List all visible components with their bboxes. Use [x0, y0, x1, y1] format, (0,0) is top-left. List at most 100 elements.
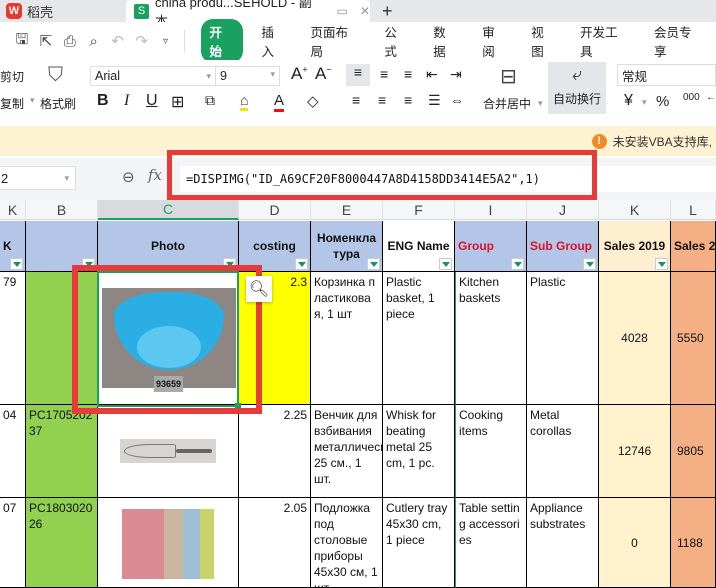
format-painter-icon[interactable]: ⛉ — [48, 64, 63, 87]
tab-daoke[interactable]: W 稻壳 — [0, 0, 120, 22]
cell-eng-name[interactable]: Whisk for beating metal 25 cm, 1 pc. — [383, 405, 455, 498]
cell-photo[interactable] — [98, 498, 239, 588]
name-box[interactable]: 2 ▾ — [0, 166, 76, 190]
header-cell-eng-name[interactable]: ENG Name — [383, 221, 455, 272]
cell-sales-2020[interactable]: 5550 — [671, 272, 716, 405]
thousands-separator-icon[interactable]: 000 — [683, 92, 700, 103]
header-cell-group[interactable]: Group — [455, 221, 527, 272]
filter-icon[interactable] — [655, 258, 668, 270]
copy-button[interactable]: 复制 — [0, 95, 24, 112]
cell-eng-name[interactable]: Cutlery tray 45x30 cm, 1 piece — [383, 498, 455, 588]
zoom-icon[interactable]: ⊖ — [122, 168, 135, 186]
italic-icon[interactable]: I — [124, 92, 129, 110]
more-icon[interactable]: ▿ — [154, 36, 178, 47]
align-middle-icon[interactable]: ≡ — [380, 66, 388, 82]
cell-sub-group[interactable]: Metal corollas — [527, 405, 599, 498]
menu-insert[interactable]: 插入 — [249, 22, 298, 60]
align-bottom-icon[interactable]: ≡ — [404, 66, 412, 82]
menu-developer[interactable]: 开发工具 — [568, 22, 642, 60]
cell-costing[interactable]: 2.25 — [239, 405, 311, 498]
align-right-icon[interactable]: ≡ — [404, 92, 412, 108]
bold-icon[interactable]: B — [97, 92, 109, 110]
cell-group[interactable]: Kitchen baskets — [455, 272, 527, 405]
filter-icon[interactable] — [10, 258, 23, 270]
column-header-a[interactable]: K — [0, 200, 26, 220]
cell-sales-2019[interactable]: 4028 — [599, 272, 671, 405]
filter-icon[interactable] — [511, 258, 524, 270]
column-header-b[interactable]: B — [26, 200, 98, 220]
distribute-icon[interactable]: ⇔ — [450, 92, 464, 108]
filter-icon[interactable] — [295, 258, 308, 270]
underline-icon[interactable]: U — [146, 92, 158, 110]
menu-home[interactable]: 开始 — [200, 19, 244, 63]
decrease-indent-icon[interactable]: ⇤ — [426, 66, 438, 83]
tab-document[interactable]: S china produ...SEHOLD - 副本 ▭ ✕ — [126, 0, 370, 29]
align-top-icon[interactable]: ≡ — [346, 64, 370, 86]
save-icon[interactable]: 🖫 — [10, 29, 34, 54]
print-icon[interactable]: ⎙ — [58, 33, 82, 50]
cell-a[interactable]: 07 — [0, 498, 26, 588]
header-cell-sales-2019[interactable]: Sales 2019 — [599, 221, 671, 272]
redo-icon[interactable]: ↷ — [130, 32, 154, 50]
cell-sales-2019[interactable]: 12746 — [599, 405, 671, 498]
preview-icon[interactable]: ⌕ — [82, 33, 106, 50]
menu-page-layout[interactable]: 页面布局 — [298, 22, 372, 60]
cell-b[interactable]: PC180302026 — [26, 498, 98, 588]
cell-sub-group[interactable]: Plastic — [527, 272, 599, 405]
cell-a[interactable]: 79 — [0, 272, 26, 405]
menu-formulas[interactable]: 公式 — [372, 22, 421, 60]
menu-review[interactable]: 审阅 — [470, 22, 519, 60]
cell-sales-2020[interactable]: 9805 — [671, 405, 716, 498]
filter-icon[interactable] — [583, 258, 596, 270]
pin-window-icon[interactable]: ▭ — [337, 4, 348, 18]
cell-nomenclature[interactable]: Корзинка пластиковая, 1 шт — [311, 272, 383, 405]
borders-icon[interactable]: ⊞ — [171, 92, 184, 112]
decrease-font-icon[interactable]: A− — [315, 64, 332, 84]
percent-icon[interactable]: % — [656, 93, 669, 110]
export-icon[interactable]: ⇱ — [34, 32, 58, 50]
cell-group[interactable]: Table setting accessories — [455, 498, 527, 588]
increase-font-icon[interactable]: A+ — [291, 64, 308, 84]
header-cell-sub-group[interactable]: Sub Group — [527, 221, 599, 272]
header-cell-nomenclature[interactable]: Номенклатура — [311, 221, 383, 272]
cell-sales-2019[interactable]: 0 — [599, 498, 671, 588]
font-name-select[interactable]: Arial ▾ — [91, 67, 216, 85]
cell-costing[interactable]: 2.05 — [239, 498, 311, 588]
cell-sub-group[interactable]: Appliance substrates — [527, 498, 599, 588]
cell-group[interactable]: Cooking items — [455, 405, 527, 498]
column-header-f[interactable]: F — [383, 200, 455, 220]
header-cell-sales-2020[interactable]: Sales 2 — [671, 221, 716, 272]
font-color-icon[interactable]: A — [274, 92, 285, 112]
new-tab-button[interactable]: + — [382, 0, 393, 22]
column-header-k[interactable]: K — [599, 200, 671, 220]
chevron-down-icon[interactable]: ▾ — [538, 98, 543, 109]
merge-center-button[interactable]: 合并居中 — [483, 95, 531, 112]
column-header-j[interactable]: J — [527, 200, 599, 220]
cell-nomenclature[interactable]: Венчик для взбивания металлический 25 см… — [311, 405, 383, 498]
column-header-e[interactable]: E — [311, 200, 383, 220]
increase-indent-icon[interactable]: ⇥ — [450, 66, 462, 83]
align-center-icon[interactable]: ≡ — [378, 92, 386, 108]
image-zoom-icon[interactable]: 🔍︎ — [246, 276, 272, 302]
cell-a[interactable]: 04 — [0, 405, 26, 498]
filter-icon[interactable] — [367, 258, 380, 270]
copy-dropdown-icon[interactable]: ▾ — [30, 95, 35, 106]
menu-member[interactable]: 会员专享 — [642, 22, 716, 60]
cut-button[interactable]: 剪切 — [0, 68, 24, 85]
font-size-select[interactable]: 9 ▾ — [216, 69, 279, 83]
cell-photo[interactable] — [98, 405, 239, 498]
header-cell-a[interactable]: K — [0, 221, 26, 272]
menu-view[interactable]: 视图 — [519, 22, 568, 60]
number-format-select[interactable]: 常规 — [617, 64, 716, 86]
cell-b[interactable]: PC170520237 — [26, 405, 98, 498]
column-header-d[interactable]: D — [239, 200, 311, 220]
column-header-l[interactable]: L — [671, 200, 716, 220]
chevron-down-icon[interactable]: ▾ — [642, 97, 647, 108]
fx-icon[interactable]: fx — [148, 166, 162, 184]
fill-color-icon[interactable]: ⌂ — [240, 92, 249, 111]
format-painter-button[interactable]: 格式刷 — [40, 95, 76, 112]
column-header-i[interactable]: I — [455, 200, 527, 220]
cell-nomenclature[interactable]: Подложка под столовые приборы 45x30 см, … — [311, 498, 383, 588]
cell-eng-name[interactable]: Plastic basket, 1 piece — [383, 272, 455, 405]
clear-format-icon[interactable]: ◇ — [307, 92, 319, 110]
